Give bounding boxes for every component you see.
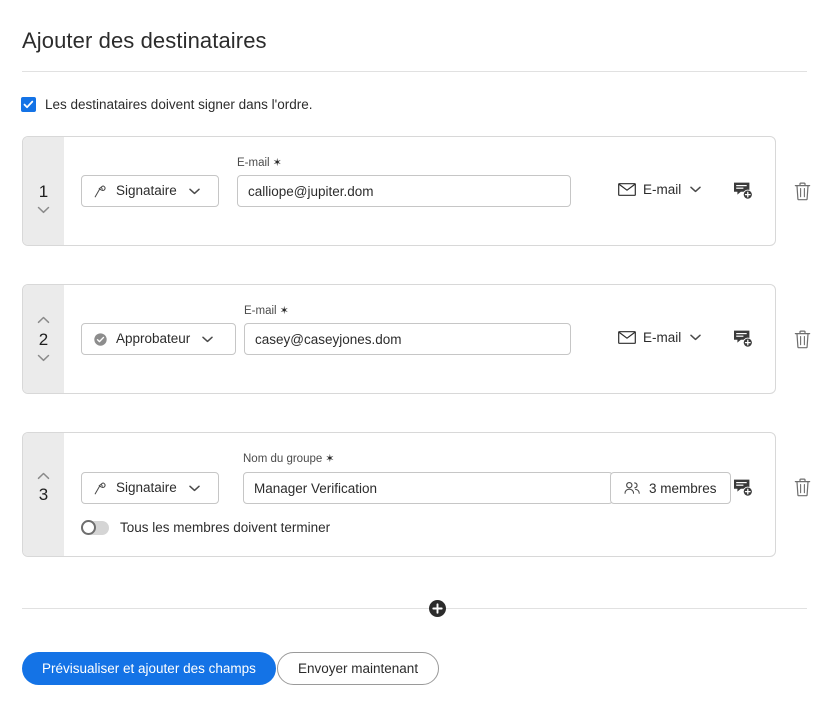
add-recipient-button[interactable] <box>429 600 446 617</box>
delete-recipient-button[interactable] <box>791 179 813 203</box>
chevron-down-icon <box>690 186 702 193</box>
recipient-card-body: Signataire Nom du groupe✶ 3 membres <box>64 433 775 556</box>
signing-order-row[interactable]: Les destinataires doivent signer dans l'… <box>21 97 312 112</box>
required-asterisk: ✶ <box>279 305 289 317</box>
chevron-down-icon <box>189 188 200 195</box>
recipient-number: 3 <box>38 485 49 504</box>
recipient-order-rail: 1 <box>23 137 64 245</box>
envelope-icon <box>618 331 636 344</box>
required-asterisk: ✶ <box>272 157 282 169</box>
signing-order-checkbox[interactable] <box>21 97 36 112</box>
send-now-button[interactable]: Envoyer maintenant <box>277 652 440 685</box>
email-field-label-text: E-mail <box>237 157 270 169</box>
signing-order-label: Les destinataires doivent signer dans l'… <box>45 96 313 112</box>
group-members-button[interactable]: 3 membres <box>610 472 731 504</box>
add-message-button[interactable] <box>729 474 757 502</box>
add-message-button[interactable] <box>729 325 757 353</box>
signature-pen-icon <box>93 184 108 199</box>
group-name-input[interactable] <box>243 472 613 504</box>
move-up-icon[interactable] <box>37 469 50 482</box>
email-field-label-text: E-mail <box>244 305 277 317</box>
recipient-card: 1 Signataire E-mail ✶ calliope@jupiter.d… <box>22 136 776 246</box>
recipient-card-body: Signataire E-mail✶ E-mail <box>64 137 775 245</box>
add-recipient-divider <box>22 608 807 609</box>
header-divider <box>22 71 807 72</box>
chevron-down-icon <box>202 336 214 343</box>
required-asterisk: ✶ <box>325 453 335 465</box>
recipient-card: 3 Signataire Nom du groupe ✶ Manager Ver… <box>22 432 776 557</box>
toggle-knob <box>81 520 96 535</box>
email-input[interactable] <box>244 323 571 355</box>
recipient-number: 1 <box>38 181 49 201</box>
delete-recipient-button[interactable] <box>791 475 813 499</box>
recipient-number: 2 <box>38 329 49 349</box>
move-down-icon[interactable] <box>37 352 50 365</box>
delivery-method-dropdown[interactable]: E-mail <box>618 182 702 197</box>
recipient-card: 2 Approbateur E-mail ✶ casey@caseyjones.… <box>22 284 776 394</box>
all-members-must-complete-toggle[interactable] <box>81 520 109 535</box>
chevron-down-icon <box>189 485 200 492</box>
group-name-field-label: Nom du groupe ✶ <box>243 453 335 466</box>
chevron-down-icon <box>690 334 702 341</box>
approve-check-icon <box>93 332 108 347</box>
add-message-button[interactable] <box>729 177 757 205</box>
group-name-field-label-text: Nom du groupe <box>243 453 323 465</box>
recipient-order-rail: 2 <box>23 285 64 393</box>
role-label: Approbateur <box>116 331 191 347</box>
move-down-icon[interactable] <box>37 204 50 217</box>
role-label: Signataire <box>116 183 177 199</box>
page-title: Ajouter des destinataires <box>22 28 267 53</box>
email-field-label: E-mail ✶ <box>237 157 282 170</box>
email-input[interactable] <box>237 175 571 207</box>
recipient-order-rail: 3 <box>23 433 64 556</box>
group-members-label: 3 membres <box>649 480 717 496</box>
delivery-method-label: E-mail <box>643 182 682 197</box>
all-members-must-complete-label: Tous les membres doivent terminer <box>120 520 331 536</box>
email-field-label: E-mail ✶ <box>244 305 289 318</box>
delete-recipient-button[interactable] <box>791 327 813 351</box>
envelope-icon <box>618 183 636 196</box>
delivery-method-dropdown[interactable]: E-mail <box>618 330 702 345</box>
move-up-icon[interactable] <box>37 314 50 327</box>
role-dropdown[interactable]: Signataire <box>81 472 219 504</box>
signature-pen-icon <box>93 481 108 496</box>
members-icon <box>624 481 641 495</box>
preview-and-add-fields-button[interactable]: Prévisualiser et ajouter des champs <box>22 652 276 685</box>
role-dropdown[interactable]: Signataire <box>81 175 219 207</box>
role-label: Signataire <box>116 480 177 496</box>
recipient-card-body: Approbateur E-mail✶ E-mail <box>64 285 775 393</box>
role-dropdown[interactable]: Approbateur <box>81 323 236 355</box>
delivery-method-label: E-mail <box>643 330 682 345</box>
all-members-must-complete-row[interactable]: Tous les membres doivent terminer <box>81 520 331 536</box>
